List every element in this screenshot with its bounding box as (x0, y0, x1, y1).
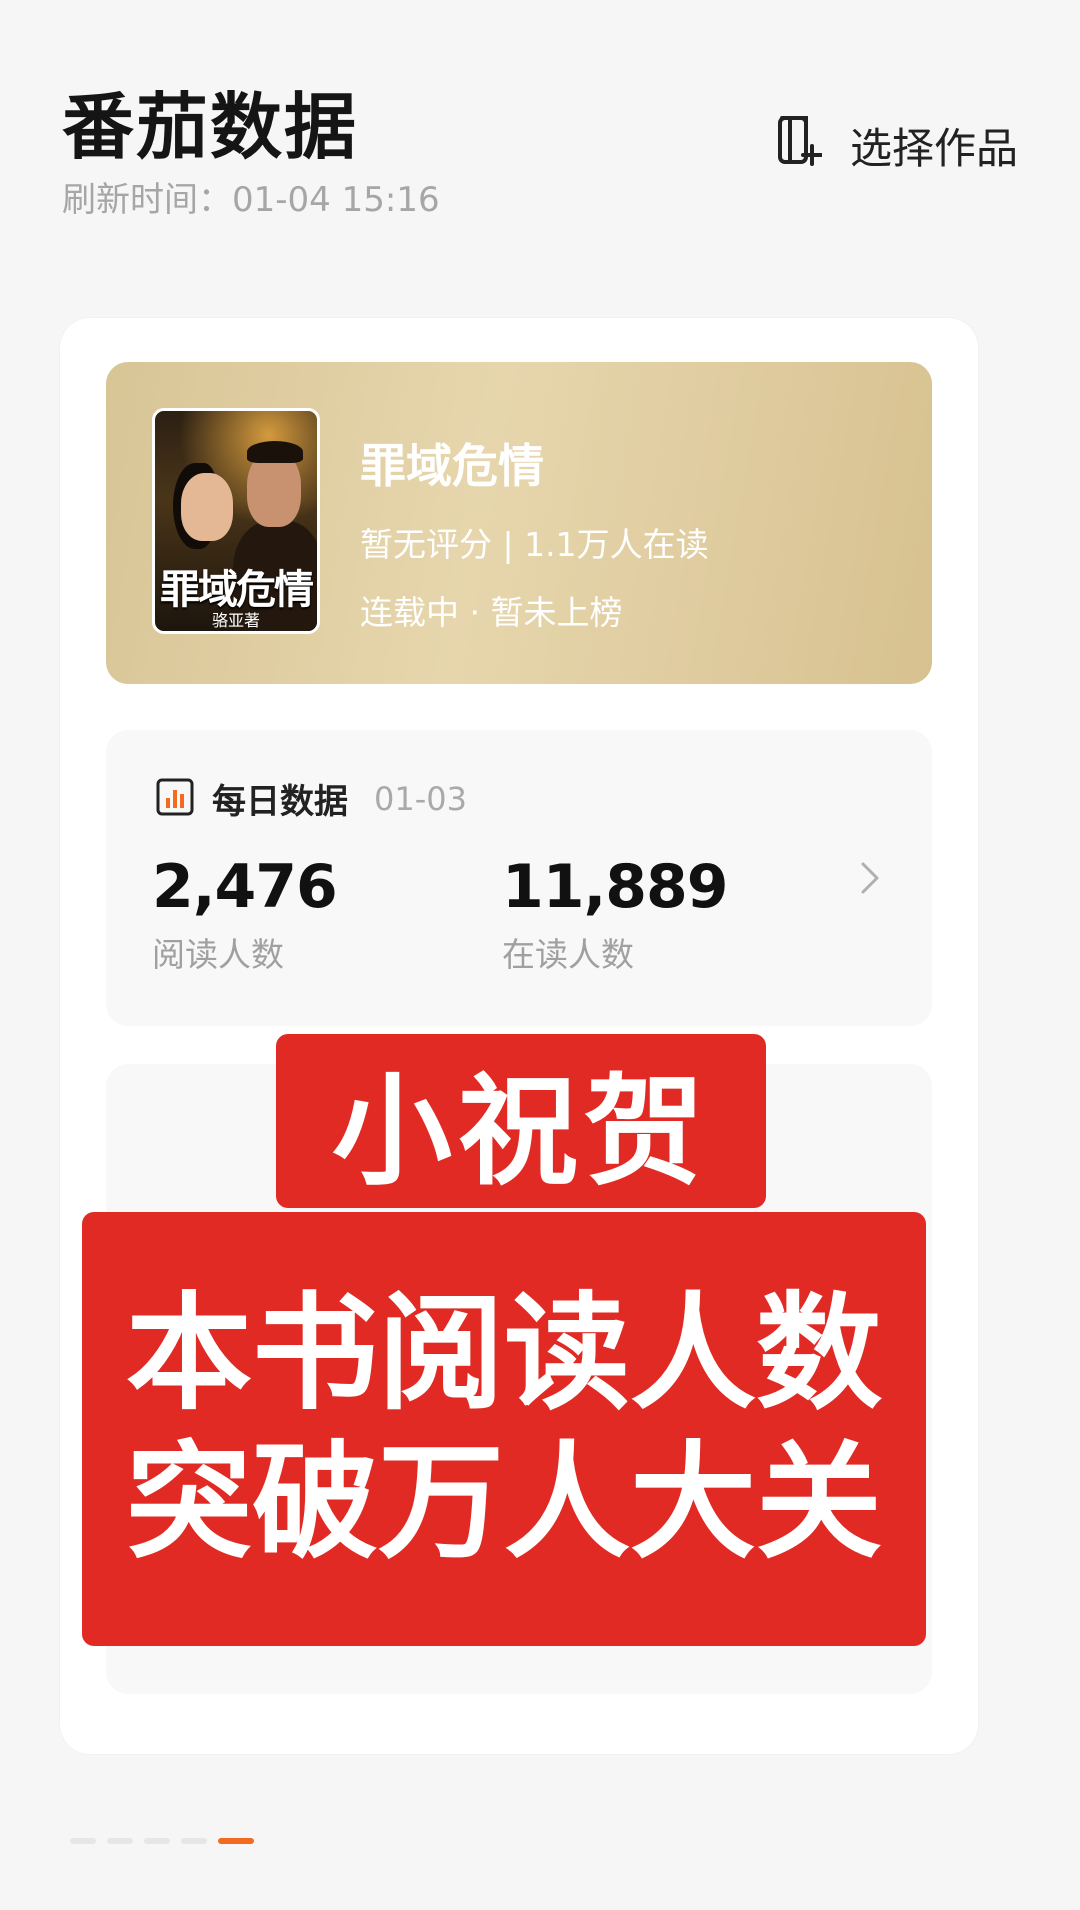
celebration-line-1: 本书阅读人数 (126, 1280, 882, 1428)
page-title: 番茄数据 (62, 84, 359, 169)
page-indicator (70, 1838, 254, 1844)
chevron-right-icon[interactable] (858, 858, 882, 898)
daily-data-header: 每日数据 01-03 (156, 774, 467, 823)
add-book-icon (772, 112, 823, 178)
celebration-line-2: 突破万人大关 (126, 1429, 882, 1576)
select-works-label: 选择作品 (849, 123, 1018, 173)
daily-data-title: 每日数据 (212, 782, 348, 822)
page-dot (181, 1838, 207, 1844)
daily-data-date: 01-03 (374, 779, 467, 818)
celebration-banner: 本书阅读人数 突破万人大关 (82, 1212, 926, 1646)
book-banner[interactable]: 罪域危情 骆亚著 罪域危情 暂无评分 | 1.1万人在读 连载中 · 暂未上榜 (106, 362, 932, 684)
page-dot-active (218, 1838, 254, 1844)
book-status-line: 连载中 · 暂未上榜 (360, 593, 623, 632)
page-dot (70, 1838, 96, 1844)
in-reading-count-label: 在读人数 (502, 935, 634, 974)
daily-data-panel[interactable]: 每日数据 01-03 2,476 阅读人数 11,889 在读人数 (106, 730, 932, 1026)
reading-count-label: 阅读人数 (152, 935, 284, 974)
select-works-button[interactable]: 选择作品 (772, 112, 1018, 178)
page-dot (107, 1838, 133, 1844)
bar-chart-icon (156, 778, 194, 820)
celebration-tag: 小祝贺 (276, 1034, 766, 1208)
cover-author: 骆亚著 (211, 611, 260, 630)
in-reading-count-stat: 11,889 在读人数 (502, 852, 729, 976)
reading-count-value: 2,476 (152, 852, 338, 922)
in-reading-count-value: 11,889 (502, 852, 729, 922)
book-cover-image: 罪域危情 骆亚著 (152, 408, 320, 634)
book-rating-line: 暂无评分 | 1.1万人在读 (360, 525, 709, 564)
page-dot (144, 1838, 170, 1844)
refresh-time: 刷新时间：01-04 15:16 (62, 180, 440, 220)
book-title: 罪域危情 (360, 439, 544, 493)
reading-count-stat: 2,476 阅读人数 (152, 852, 338, 976)
